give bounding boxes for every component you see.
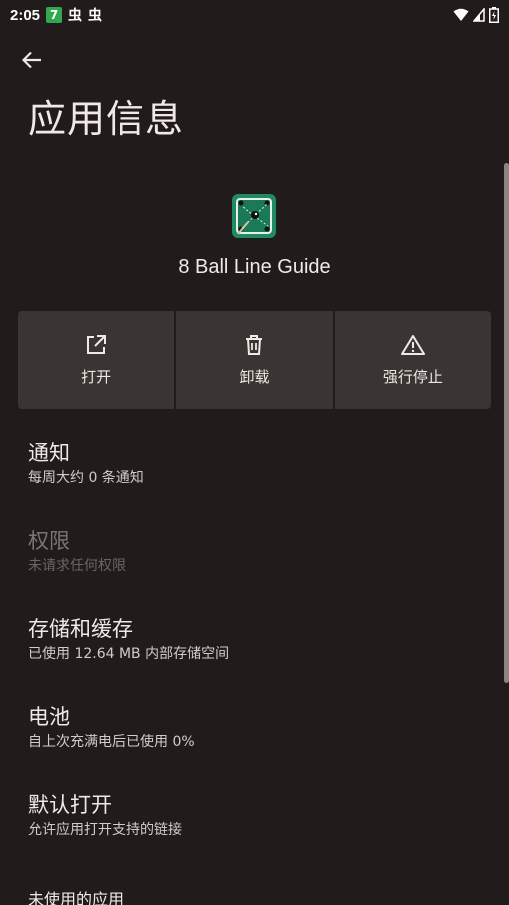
scrollbar[interactable] [504, 163, 509, 683]
uninstall-button[interactable]: 卸载 [176, 311, 333, 409]
bug-icon: 虫 [88, 8, 103, 24]
battery-icon [489, 7, 499, 23]
open-label: 打开 [81, 367, 112, 386]
back-button[interactable] [14, 44, 50, 76]
setting-subtitle: 已使用 12.64 MB 内部存储空间 [28, 646, 230, 662]
setting-subtitle: 每周大约 0 条通知 [28, 470, 144, 486]
setting-permissions[interactable]: 权限 未请求任何权限 [0, 526, 500, 606]
uninstall-label: 卸载 [239, 367, 270, 386]
setting-storage-cache[interactable]: 存储和缓存 已使用 12.64 MB 内部存储空间 [0, 614, 500, 694]
open-button[interactable]: 打开 [18, 311, 175, 409]
setting-title: 通知 [28, 441, 70, 465]
warning-icon [400, 334, 425, 355]
status-right [453, 7, 499, 23]
open-external-icon [87, 334, 107, 354]
notification-badge-icon: 7 [46, 7, 63, 23]
app-name: 8 Ball Line Guide [178, 256, 331, 278]
status-left: 2:05 7 虫 虫 [10, 5, 102, 25]
setting-open-by-default[interactable]: 默认打开 允许应用打开支持的链接 [0, 790, 500, 870]
setting-title: 电池 [28, 705, 70, 729]
setting-subtitle: 允许应用打开支持的链接 [28, 822, 182, 838]
setting-title: 权限 [28, 529, 70, 553]
cellular-signal-icon [473, 8, 485, 22]
trash-icon [246, 334, 263, 355]
status-time: 2:05 [10, 6, 41, 24]
page-title: 应用信息 [28, 97, 185, 141]
app-icon [232, 194, 276, 238]
force-stop-button[interactable]: 强行停止 [334, 311, 491, 409]
section-header-unused-apps: 未使用的应用 [28, 890, 125, 905]
arrow-back-icon [22, 51, 41, 69]
status-bar: 2:05 7 虫 虫 [0, 0, 509, 30]
action-buttons: 打开 卸载 强行停止 [18, 311, 491, 409]
setting-battery[interactable]: 电池 自上次充满电后已使用 0% [0, 702, 500, 782]
wifi-icon [453, 8, 469, 21]
setting-notifications[interactable]: 通知 每周大约 0 条通知 [0, 438, 500, 518]
setting-title: 默认打开 [28, 793, 112, 817]
billiards-table-icon [236, 198, 272, 235]
setting-title: 存储和缓存 [28, 617, 133, 641]
setting-subtitle: 未请求任何权限 [28, 558, 126, 574]
force-stop-label: 强行停止 [382, 367, 443, 386]
bug-icon: 虫 [68, 8, 83, 24]
setting-subtitle: 自上次充满电后已使用 0% [28, 734, 195, 750]
